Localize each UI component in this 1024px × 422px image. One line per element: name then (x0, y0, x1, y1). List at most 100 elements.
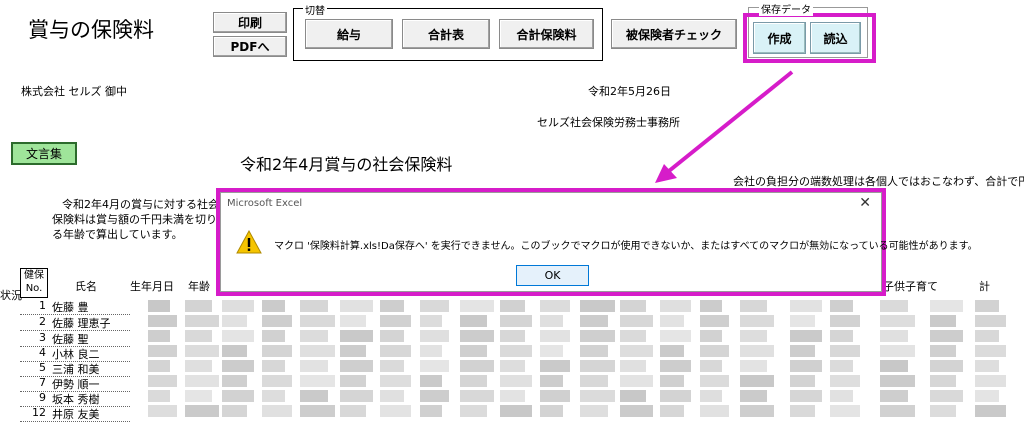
redacted-cell (420, 315, 442, 327)
redacted-cell (340, 375, 366, 387)
print-button[interactable]: 印刷 (213, 12, 287, 33)
redacted-cell (540, 345, 563, 357)
redacted-cell (740, 330, 767, 342)
close-icon[interactable]: ✕ (859, 195, 871, 211)
redacted-cell (620, 390, 646, 402)
redacted-cell (380, 390, 404, 402)
redacted-cell (740, 390, 767, 402)
redacted-cell (975, 405, 1006, 417)
redacted-cell (222, 375, 247, 387)
redacted-cell (700, 405, 729, 417)
load-button[interactable]: 読込 (810, 22, 861, 54)
redacted-cell (620, 375, 653, 387)
redacted-cell (500, 375, 532, 387)
redacted-cell (620, 405, 653, 417)
redacted-cell (262, 405, 292, 417)
redacted-cell (460, 330, 494, 342)
redacted-cell (930, 390, 963, 402)
sender: セルズ社会保険労務士事務所 (537, 116, 680, 129)
redacted-cell (500, 345, 532, 357)
redacted-cell (620, 315, 653, 327)
switch-total-premium-button[interactable]: 合計保険料 (499, 19, 594, 49)
redacted-cell (790, 405, 815, 417)
redacted-cell (740, 405, 774, 417)
redacted-cell (300, 360, 328, 372)
redacted-cell (300, 315, 335, 327)
redacted-cell (830, 405, 860, 417)
body-line-3: る年齢で算出しています。 (52, 228, 183, 241)
dialog-message: マクロ '保険料計算.xls!Da保存へ' を実行できません。このブックでマクロ… (274, 241, 978, 252)
redacted-cell (460, 345, 487, 357)
redacted-cell (930, 300, 963, 312)
redacted-cell (790, 390, 822, 402)
redacted-cell (300, 345, 335, 357)
insured-check-button[interactable]: 被保険者チェック (611, 19, 737, 49)
document-heading: 令和2年4月賞与の社会保険料 (240, 155, 453, 174)
phrases-button[interactable]: 文言集 (11, 142, 77, 165)
redacted-cell (340, 330, 373, 342)
table-row: 9 坂本 秀樹 (20, 391, 130, 407)
redacted-cell (740, 345, 774, 357)
redacted-cell (460, 360, 494, 372)
redacted-cell (790, 375, 815, 387)
pdf-button[interactable]: PDFへ (213, 36, 287, 57)
redacted-cell (340, 345, 366, 357)
ok-button[interactable]: OK (516, 265, 589, 286)
redacted-cell (500, 405, 532, 417)
redacted-cell (660, 345, 684, 357)
redacted-cell (790, 300, 822, 312)
redacted-cell (700, 300, 722, 312)
redacted-cell (460, 315, 487, 327)
redacted-cell (185, 390, 212, 402)
redacted-cell (420, 405, 442, 417)
redacted-cell (185, 330, 212, 342)
redacted-cell (975, 300, 999, 312)
create-button[interactable]: 作成 (753, 22, 806, 54)
redacted-cell (830, 375, 860, 387)
redacted-cell (222, 390, 254, 402)
redacted-cell (185, 315, 219, 327)
redacted-cell (880, 300, 908, 312)
redacted-cell (620, 360, 646, 372)
redacted-cell (148, 390, 170, 402)
redacted-cell (460, 405, 487, 417)
col-name: 氏名 (75, 280, 97, 293)
redacted-cell (880, 390, 908, 402)
col-status: 状況 (0, 289, 22, 302)
redacted-cell (340, 315, 366, 327)
redacted-cell (700, 375, 729, 387)
redacted-cell (830, 315, 860, 327)
redacted-cell (500, 300, 525, 312)
redacted-cell (420, 345, 442, 357)
redacted-cell (148, 405, 177, 417)
redacted-cell (148, 330, 170, 342)
redacted-cell (790, 360, 822, 372)
redacted-cell (930, 405, 956, 417)
switch-salary-button[interactable]: 給与 (305, 19, 393, 49)
redacted-cell (500, 360, 525, 372)
redacted-cell (580, 330, 615, 342)
redacted-cell (540, 315, 563, 327)
redacted-cell (660, 300, 691, 312)
redacted-cell (262, 315, 292, 327)
col-child: 子供子育て (883, 280, 938, 293)
page-title: 賞与の保険料 (28, 18, 154, 42)
redacted-cell (580, 315, 608, 327)
switch-summary-button[interactable]: 合計表 (402, 19, 490, 49)
col-insured-no: 健保No. (20, 268, 48, 298)
redacted-cell (975, 315, 1006, 327)
redacted-cell (830, 360, 853, 372)
redacted-cell (740, 300, 767, 312)
table-row: 3 佐藤 聖 (20, 331, 130, 347)
redacted-cell (700, 315, 729, 327)
redacted-cell (300, 390, 328, 402)
redacted-cell (420, 330, 449, 342)
redacted-cell (262, 390, 285, 402)
redacted-cell (540, 390, 570, 402)
redacted-cell (460, 300, 494, 312)
redacted-cell (880, 345, 915, 357)
redacted-cell (975, 375, 1006, 387)
redacted-cell (880, 375, 915, 387)
redacted-cell (880, 315, 915, 327)
redacted-cell (540, 405, 563, 417)
